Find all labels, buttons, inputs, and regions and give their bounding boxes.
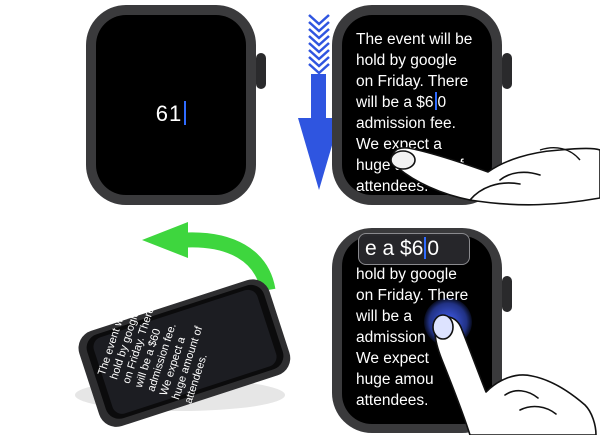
hand-sketch-press: [432, 314, 597, 435]
stage: 61 The event will be hold by google on F…: [0, 0, 600, 435]
